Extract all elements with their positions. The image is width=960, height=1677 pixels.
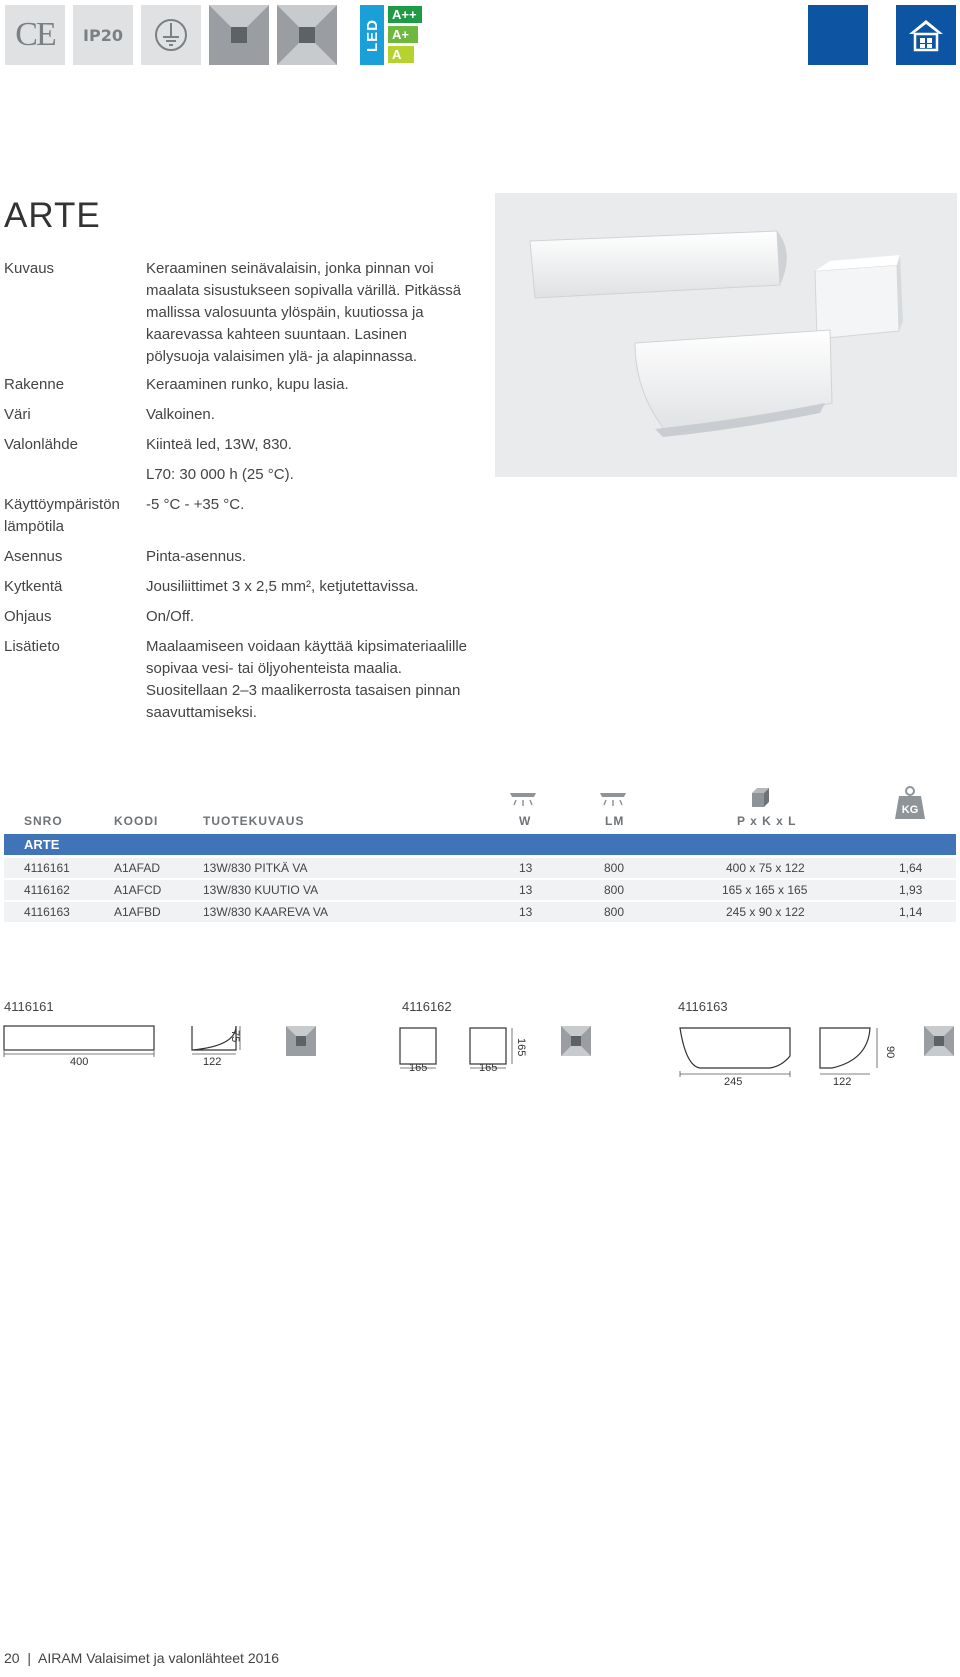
dim-height: 165 — [515, 1038, 527, 1057]
ce-mark-icon: CE — [5, 5, 65, 65]
cell-dims: 245 x 90 x 122 — [726, 905, 805, 919]
cell-lm: 800 — [604, 905, 625, 919]
page-footer: 20 | AIRAM Valaisimet ja valonlähteet 20… — [4, 1650, 279, 1666]
energy-class-a: A — [388, 46, 414, 63]
energy-class-app: A++ — [388, 6, 422, 23]
dim-height: 90 — [884, 1046, 896, 1059]
ground-symbol-icon — [141, 5, 201, 65]
spec-row: Lisätieto Maalaamiseen voidaan käyttää k… — [4, 636, 474, 732]
spec-label: Asennus — [4, 548, 63, 565]
cell-kg: 1,93 — [899, 883, 923, 897]
led-badge: LED — [360, 5, 384, 65]
cell-desc: 13W/830 PITKÄ VA — [203, 861, 308, 875]
spec-value: Keraaminen seinävalaisin, jonka pinnan v… — [146, 260, 462, 365]
cell-lm: 800 — [604, 861, 625, 875]
product-title: ARTE — [4, 196, 101, 235]
dim-length: 245 — [724, 1076, 743, 1088]
spec-value: Valkoinen. — [146, 406, 215, 423]
cube-dimensions-icon — [752, 788, 769, 807]
table-group-row: ARTE — [4, 834, 956, 855]
cell-snro: 4116163 — [24, 905, 70, 919]
cell-w: 13 — [519, 883, 533, 897]
drawing-label: 4116162 — [402, 999, 452, 1014]
spec-row: Kytkentä Jousiliittimet 3 x 2,5 mm², ket… — [4, 576, 474, 606]
wall-mount-two-direction-icon — [924, 1026, 954, 1056]
spec-value: Kiinteä led, 13W, 830. — [146, 436, 292, 453]
lamp-watt-icon — [510, 793, 536, 806]
spec-label: Väri — [4, 406, 31, 423]
spec-label: Lisätieto — [4, 638, 60, 655]
spec-value: Pinta-asennus. — [146, 548, 247, 565]
brand-blue-square — [808, 5, 868, 65]
drawing-label: 4116161 — [4, 999, 54, 1014]
spec-label: Valonlähde — [4, 436, 78, 453]
cell-desc: 13W/830 KAAREVA VA — [203, 905, 328, 919]
col-w: W — [519, 814, 532, 828]
spec-value: L70: 30 000 h (25 °C). — [146, 466, 294, 483]
col-koodi: KOODI — [114, 814, 159, 828]
cell-koodi: A1AFCD — [114, 883, 162, 897]
table-row: 4116162 A1AFCD 13W/830 KUUTIO VA 13 800 … — [4, 880, 956, 900]
spec-label: Kytkentä — [4, 578, 63, 595]
dim-height: 75 — [229, 1030, 241, 1043]
cell-desc: 13W/830 KUUTIO VA — [203, 883, 319, 897]
cell-koodi: A1AFAD — [114, 861, 161, 875]
product-photo — [495, 193, 957, 477]
spec-row: Väri Valkoinen. — [4, 404, 474, 434]
energy-class-ap: A+ — [388, 26, 418, 43]
spec-row: Ohjaus On/Off. — [4, 606, 474, 636]
spec-list: Kuvaus Keraaminen seinävalaisin, jonka p… — [4, 258, 474, 732]
spec-value: On/Off. — [146, 608, 195, 625]
cell-dims: 400 x 75 x 122 — [726, 861, 805, 875]
wall-mount-one-direction-icon — [209, 5, 269, 65]
dim-depth: 122 — [203, 1056, 222, 1068]
dim-length: 400 — [70, 1056, 89, 1068]
cell-snro: 4116161 — [24, 861, 70, 875]
col-dims: P x K x L — [737, 814, 797, 828]
spec-row: L70: 30 000 h (25 °C). — [4, 464, 474, 494]
spec-row: Valonlähde Kiinteä led, 13W, 830. — [4, 434, 474, 464]
weight-icon: KG — [894, 786, 926, 820]
spec-row: Asennus Pinta-asennus. — [4, 546, 474, 576]
spec-row: Kuvaus Keraaminen seinävalaisin, jonka p… — [4, 258, 474, 374]
cell-kg: 1,14 — [899, 905, 923, 919]
dim-depth: 122 — [833, 1076, 852, 1088]
spec-label: Käyttöympäristön lämpötila — [4, 496, 120, 535]
spec-row: Käyttöympäristön lämpötila -5 °C - +35 °… — [4, 494, 474, 546]
house-icon — [896, 5, 956, 65]
table-row: 4116163 A1AFBD 13W/830 KAAREVA VA 13 800… — [4, 902, 956, 922]
energy-label: LED A++ A+ A — [360, 5, 430, 65]
svg-text:KG: KG — [902, 804, 919, 816]
spec-value: -5 °C - +35 °C. — [146, 496, 245, 513]
col-snro: SNRO — [24, 814, 63, 828]
cell-lm: 800 — [604, 883, 625, 897]
lamp-lumen-icon — [600, 793, 626, 806]
ip-rating-badge: IP20 — [73, 5, 133, 65]
table-header: SNRO KOODI TUOTEKUVAUS W LM P x K x L KG — [0, 786, 960, 830]
spec-label: Rakenne — [4, 376, 65, 393]
dim-width: 165 — [409, 1062, 428, 1074]
spec-value: Maalaamiseen voidaan käyttää kipsimateri… — [146, 638, 467, 721]
wall-mount-two-direction-icon — [561, 1026, 591, 1056]
spec-value: Jousiliittimet 3 x 2,5 mm², ketjutettavi… — [146, 578, 419, 595]
cell-w: 13 — [519, 905, 533, 919]
wall-mount-one-direction-icon — [286, 1026, 316, 1056]
spec-label: Kuvaus — [4, 260, 55, 277]
table-row: 4116161 A1AFAD 13W/830 PITKÄ VA 13 800 4… — [4, 858, 956, 878]
spec-label: Ohjaus — [4, 608, 52, 625]
cell-dims: 165 x 165 x 165 — [722, 883, 808, 897]
dim-depth: 165 — [479, 1062, 498, 1074]
spec-value: Keraaminen runko, kupu lasia. — [146, 376, 349, 393]
cell-w: 13 — [519, 861, 533, 875]
col-tuotekuvaus: TUOTEKUVAUS — [203, 814, 305, 828]
cell-snro: 4116162 — [24, 883, 70, 897]
drawing-label: 4116163 — [678, 999, 728, 1014]
col-lm: LM — [605, 814, 625, 828]
spec-row: Rakenne Keraaminen runko, kupu lasia. — [4, 374, 474, 404]
wall-mount-two-direction-icon — [277, 5, 337, 65]
cell-koodi: A1AFBD — [114, 905, 161, 919]
cell-kg: 1,64 — [899, 861, 923, 875]
